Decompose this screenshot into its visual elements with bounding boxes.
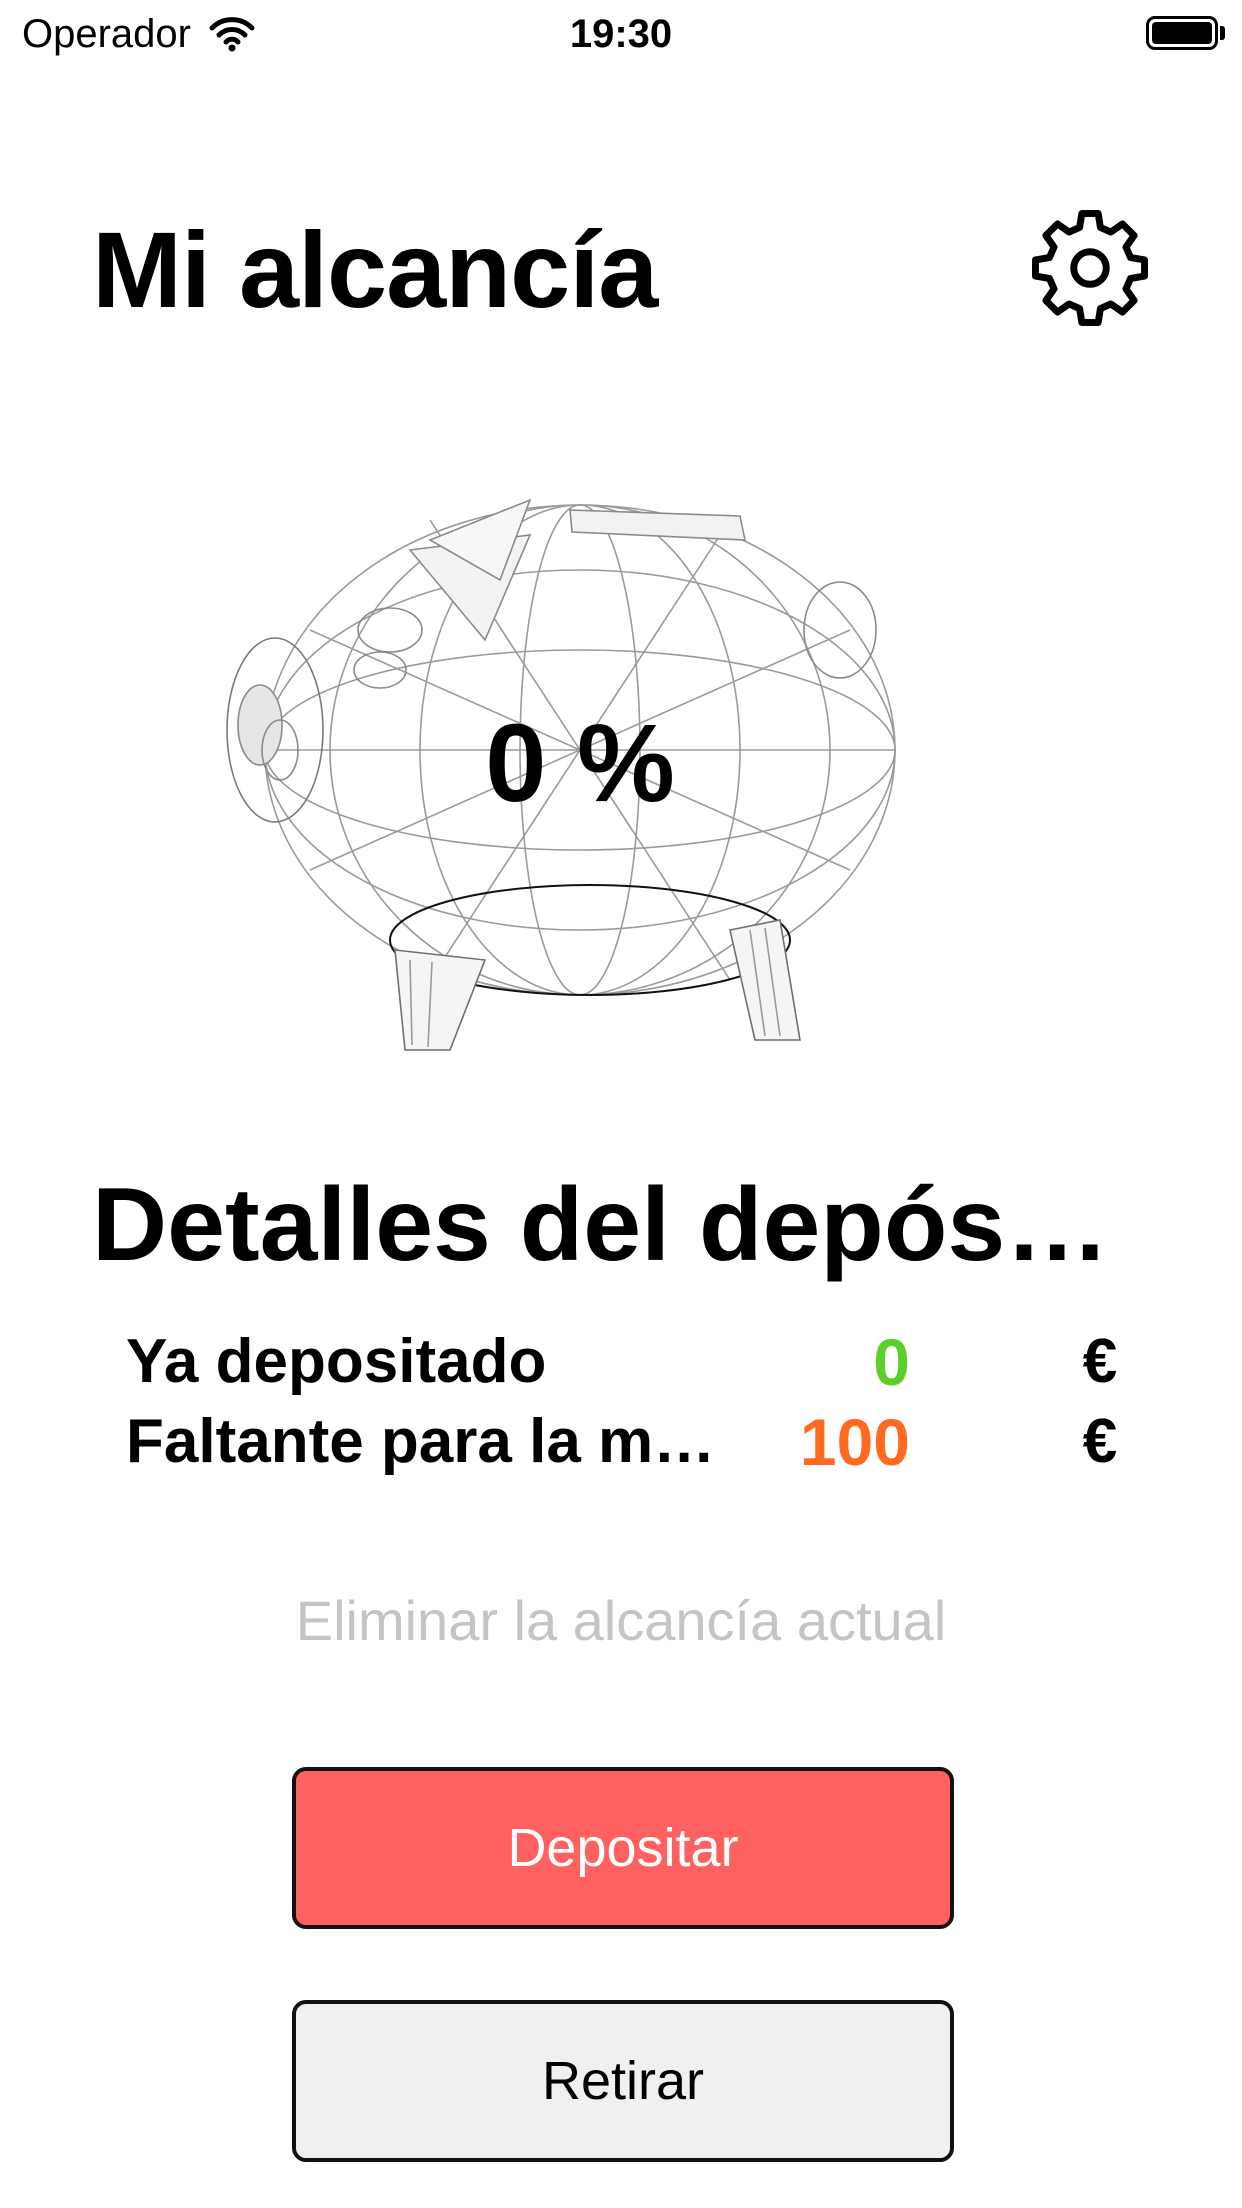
remaining-value: 100: [799, 1405, 910, 1479]
progress-percent: 0 %: [485, 702, 675, 825]
clock: 19:30: [569, 12, 673, 56]
deposited-value: 0: [873, 1325, 910, 1399]
deposited-label: Ya depositado: [126, 1327, 547, 1396]
deposit-button[interactable]: Depositar: [292, 1767, 954, 1929]
delete-piggy-link[interactable]: Eliminar la alcancía actual: [0, 1588, 1242, 1653]
remaining-label: Faltante para la m…: [126, 1407, 716, 1476]
withdraw-button[interactable]: Retirar: [292, 2000, 954, 2162]
battery-icon: [1146, 16, 1218, 50]
deposited-currency: €: [1082, 1327, 1118, 1396]
gear-icon[interactable]: [1032, 210, 1148, 326]
details-title: Detalles del depós…: [92, 1167, 1110, 1283]
battery-tip: [1220, 26, 1225, 40]
page-title: Mi alcancía: [92, 209, 658, 330]
remaining-currency: €: [1082, 1407, 1118, 1476]
